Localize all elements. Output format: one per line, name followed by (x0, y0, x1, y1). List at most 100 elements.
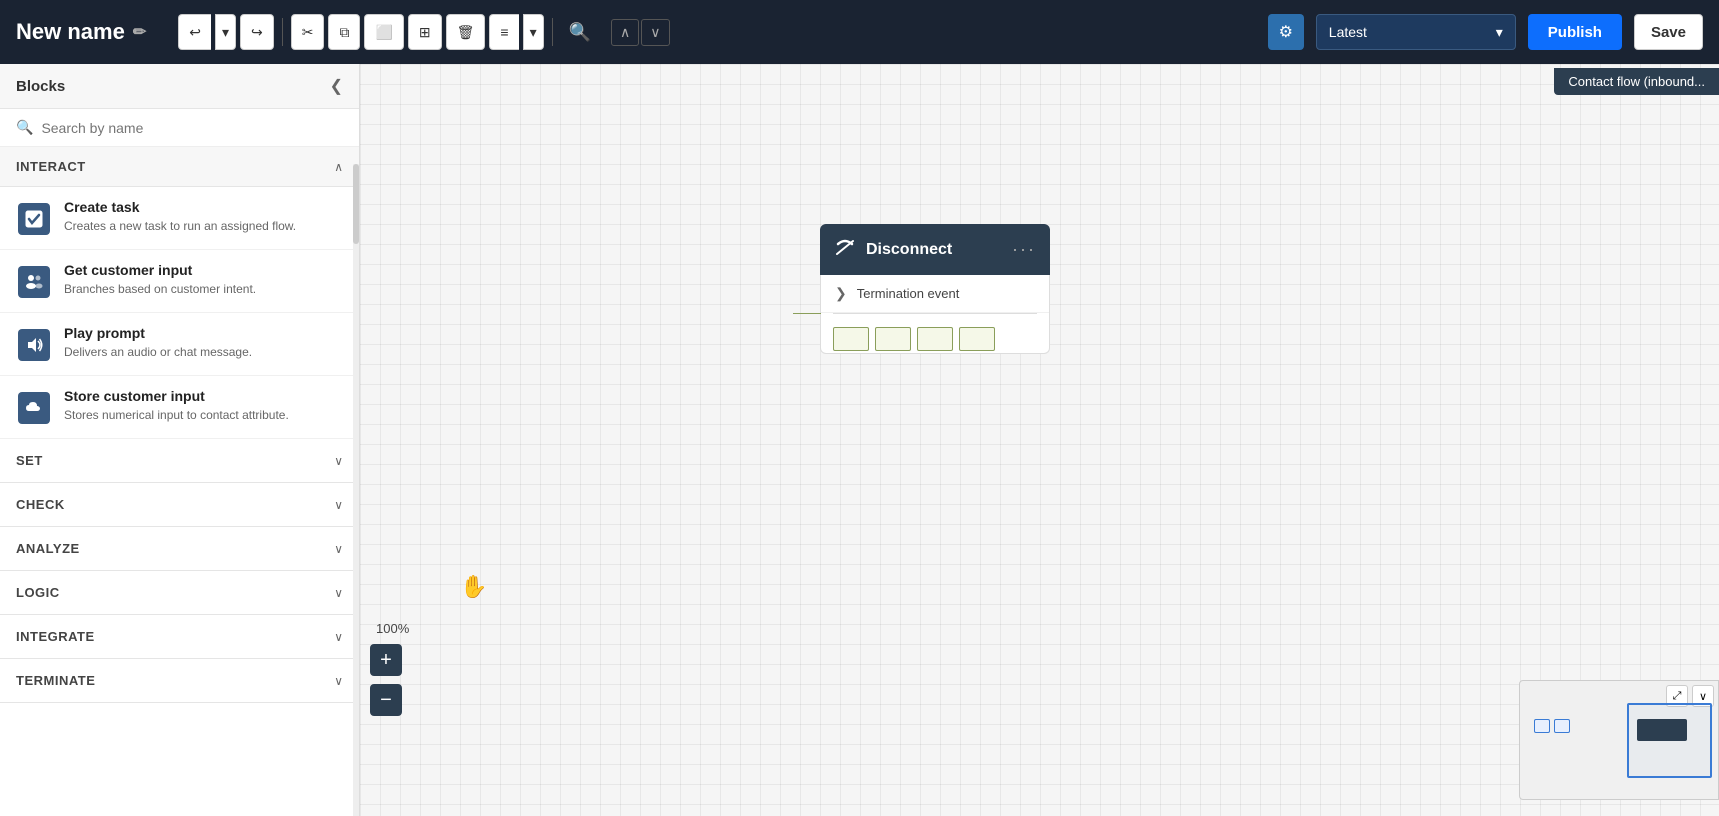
section-logic[interactable]: LOGIC ∨ (0, 571, 359, 615)
chevron-down-icon: ▾ (1496, 24, 1503, 41)
minimap: ⤢ ∨ (1519, 680, 1719, 800)
section-interact-left: INTERACT (16, 159, 86, 174)
redo-button[interactable]: ↪ (240, 14, 274, 50)
section-analyze-title: ANALYZE (16, 541, 80, 556)
search-button[interactable]: 🔍 (561, 18, 599, 47)
nav-up-button[interactable]: ∧ (611, 19, 639, 46)
section-set[interactable]: SET ∨ (0, 439, 359, 483)
block-get-customer-input-name: Get customer input (64, 262, 343, 278)
section-set-title: SET (16, 453, 43, 468)
block-store-customer-input-icon-wrapper (16, 390, 52, 426)
connector-4[interactable] (959, 327, 995, 351)
block-store-customer-input-text: Store customer input Stores numerical in… (64, 388, 343, 424)
section-logic-title: LOGIC (16, 585, 60, 600)
block-create-task-icon-bg (18, 203, 50, 235)
section-analyze[interactable]: ANALYZE ∨ (0, 527, 359, 571)
node-menu-button[interactable]: ··· (1012, 239, 1036, 260)
cut-button[interactable]: ✂ (291, 14, 325, 50)
publish-button[interactable]: Publish (1528, 14, 1622, 50)
connector-3[interactable] (917, 327, 953, 351)
block-store-customer-input[interactable]: Store customer input Stores numerical in… (0, 376, 359, 439)
nav-arrows: ∧ ∨ (611, 19, 670, 46)
grid-button[interactable]: ⊞ (408, 14, 442, 50)
undo-button[interactable]: ↩ (178, 14, 211, 50)
node-title-text: Disconnect (866, 241, 952, 259)
block-create-task[interactable]: Create task Creates a new task to run an… (0, 187, 359, 250)
contact-flow-badge: Contact flow (inbound... (1554, 68, 1719, 95)
crop-button[interactable]: ⬜ (364, 14, 403, 50)
section-integrate[interactable]: INTEGRATE ∨ (0, 615, 359, 659)
cloud-icon (25, 399, 43, 417)
main-content: Blocks ❮ 🔍 INTERACT ∧ (0, 64, 1719, 816)
collapse-sidebar-button[interactable]: ❮ (330, 76, 343, 96)
save-button[interactable]: Save (1634, 14, 1703, 50)
layout-button[interactable]: ≡ (489, 14, 518, 50)
minimap-node-1 (1534, 719, 1550, 733)
block-create-task-icon-wrapper (16, 201, 52, 237)
toolbar-separator-1 (282, 18, 283, 46)
node-termination-label: Termination event (857, 286, 960, 301)
zoom-in-button[interactable]: + (370, 644, 402, 676)
section-integrate-title: INTEGRATE (16, 629, 95, 644)
title-text: New name (16, 19, 125, 45)
block-store-customer-input-desc: Stores numerical input to contact attrib… (64, 407, 343, 424)
block-play-prompt-name: Play prompt (64, 325, 343, 341)
speaker-icon (25, 336, 43, 354)
section-interact[interactable]: INTERACT ∧ (0, 147, 359, 187)
undo-dropdown-button[interactable]: ▾ (215, 14, 236, 50)
node-title-area: Disconnect (834, 236, 952, 263)
settings-button[interactable]: ⚙ (1268, 14, 1304, 50)
block-get-customer-input[interactable]: Get customer input Branches based on cus… (0, 250, 359, 313)
minimap-viewport (1627, 703, 1712, 778)
people-icon (25, 273, 43, 291)
copy-button[interactable]: ⧉ (328, 14, 360, 50)
search-box: 🔍 (0, 109, 359, 147)
sidebar-header: Blocks ❮ (0, 64, 359, 109)
header: New name ✏ ↩ ▾ ↪ ✂ ⧉ ⬜ ⊞ 🗑 ≡ ▾ 🔍 ∧ ∨ ⚙ L… (0, 0, 1719, 64)
connector-2[interactable] (875, 327, 911, 351)
section-terminate[interactable]: TERMINATE ∨ (0, 659, 359, 703)
block-create-task-name: Create task (64, 199, 343, 215)
version-label: Latest (1329, 24, 1367, 40)
gear-icon: ⚙ (1279, 22, 1293, 42)
section-analyze-chevron: ∨ (334, 542, 343, 556)
canvas[interactable]: Disconnect ··· ❯ Termination event (360, 64, 1719, 816)
node-body: ❯ Termination event (820, 275, 1050, 354)
phone-disconnect-icon (834, 236, 856, 263)
section-interact-title: INTERACT (16, 159, 86, 174)
sidebar-title: Blocks (16, 78, 65, 95)
minimap-node-2 (1554, 719, 1570, 733)
block-create-task-text: Create task Creates a new task to run an… (64, 199, 343, 235)
section-check-chevron: ∨ (334, 498, 343, 512)
disconnect-phone-icon (834, 236, 856, 258)
block-get-customer-input-icon-bg (18, 266, 50, 298)
nav-down-button[interactable]: ∨ (641, 19, 669, 46)
node-termination-row: ❯ Termination event (821, 275, 1049, 313)
delete-button[interactable]: 🗑 (446, 14, 486, 50)
toolbar-separator-2 (552, 18, 553, 46)
section-check[interactable]: CHECK ∨ (0, 483, 359, 527)
block-store-customer-input-icon-bg (18, 392, 50, 424)
disconnect-node[interactable]: Disconnect ··· ❯ Termination event (820, 224, 1050, 354)
block-play-prompt[interactable]: Play prompt Delivers an audio or chat me… (0, 313, 359, 376)
sidebar-content: INTERACT ∧ Create task Creates a new (0, 147, 359, 816)
block-play-prompt-desc: Delivers an audio or chat message. (64, 344, 343, 361)
block-get-customer-input-desc: Branches based on customer intent. (64, 281, 343, 298)
search-input[interactable] (41, 120, 343, 136)
block-play-prompt-text: Play prompt Delivers an audio or chat me… (64, 325, 343, 361)
section-integrate-chevron: ∨ (334, 630, 343, 644)
zoom-level: 100% (376, 621, 409, 636)
layout-dropdown-button[interactable]: ▾ (523, 14, 544, 50)
section-set-chevron: ∨ (334, 454, 343, 468)
sidebar: Blocks ❮ 🔍 INTERACT ∧ (0, 64, 360, 816)
block-store-customer-input-name: Store customer input (64, 388, 343, 404)
block-play-prompt-icon-bg (18, 329, 50, 361)
hand-cursor-indicator: ✋ (460, 574, 487, 600)
edit-title-icon[interactable]: ✏ (133, 22, 146, 42)
sidebar-scrollbar-track (353, 164, 359, 816)
zoom-out-button[interactable]: − (370, 684, 402, 716)
sidebar-scrollbar-thumb[interactable] (353, 164, 359, 244)
version-selector[interactable]: Latest ▾ (1316, 14, 1516, 50)
section-logic-chevron: ∨ (334, 586, 343, 600)
connector-1[interactable] (833, 327, 869, 351)
